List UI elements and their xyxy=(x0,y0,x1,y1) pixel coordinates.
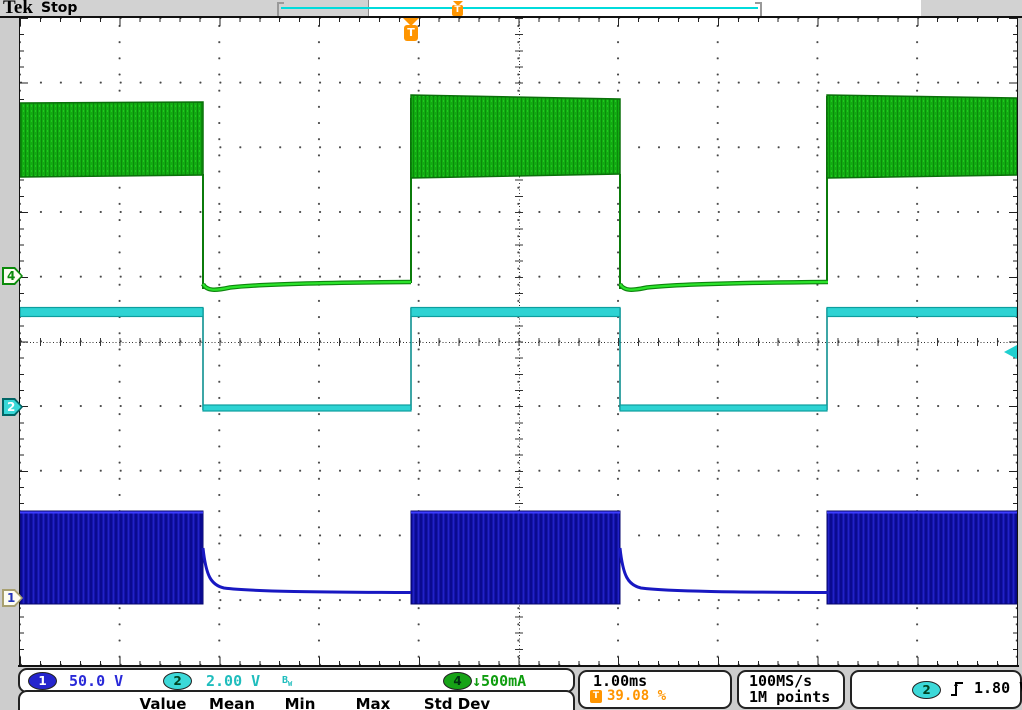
trigger-record-position-marker[interactable]: T xyxy=(452,1,465,16)
channel-2-badge[interactable]: 2 xyxy=(163,672,192,690)
waveform-ch1 xyxy=(20,511,1017,604)
horizontal-readout-box[interactable]: 1.00ms T 39.08 % xyxy=(578,670,732,709)
measurement-col-mean: Mean xyxy=(209,695,255,710)
rising-edge-icon xyxy=(949,680,965,698)
channel-4-scale[interactable]: ↓500mA xyxy=(472,672,526,690)
record-view-bar[interactable] xyxy=(281,7,758,9)
acquisition-readout-box[interactable]: 100MS/s 1M points xyxy=(737,670,845,709)
channel-4-badge[interactable]: 4 xyxy=(443,672,472,690)
trigger-t-icon: T xyxy=(590,690,602,703)
record-length: 1M points xyxy=(749,688,830,706)
measurement-table: Value Mean Min Max Std Dev xyxy=(18,690,575,710)
trigger-level-arrow[interactable] xyxy=(1004,345,1017,359)
trigger-position-marker[interactable]: T xyxy=(403,18,419,43)
waveform-display xyxy=(20,18,1017,665)
acquisition-status: Stop xyxy=(41,0,77,16)
waveform-ch4 xyxy=(20,95,1017,290)
graticule xyxy=(20,18,1017,665)
trigger-position-percent: 39.08 % xyxy=(607,688,666,704)
measurement-col-min: Min xyxy=(285,695,316,710)
channel-1-scale[interactable]: 50.0 V xyxy=(69,672,123,690)
top-status-bar: Tek Stop T xyxy=(0,0,1022,17)
channel-2-scale[interactable]: 2.00 V xyxy=(206,672,260,690)
waveform-ch2 xyxy=(20,308,1017,412)
bandwidth-limit-icon: BW xyxy=(282,675,292,688)
measurement-col-max: Max xyxy=(356,695,391,710)
graticule-border-bottom xyxy=(18,665,1019,667)
trigger-source-badge: 2 xyxy=(912,681,941,699)
oscilloscope-screen: Tek Stop T xyxy=(0,0,1022,710)
measurement-col-value: Value xyxy=(140,695,187,710)
trigger-readout-box[interactable]: 2 1.80 V xyxy=(850,670,1022,709)
trigger-level-value: 1.80 V xyxy=(974,679,1022,697)
measurement-col-stddev: Std Dev xyxy=(424,695,490,710)
channel-1-badge[interactable]: 1 xyxy=(28,672,57,690)
